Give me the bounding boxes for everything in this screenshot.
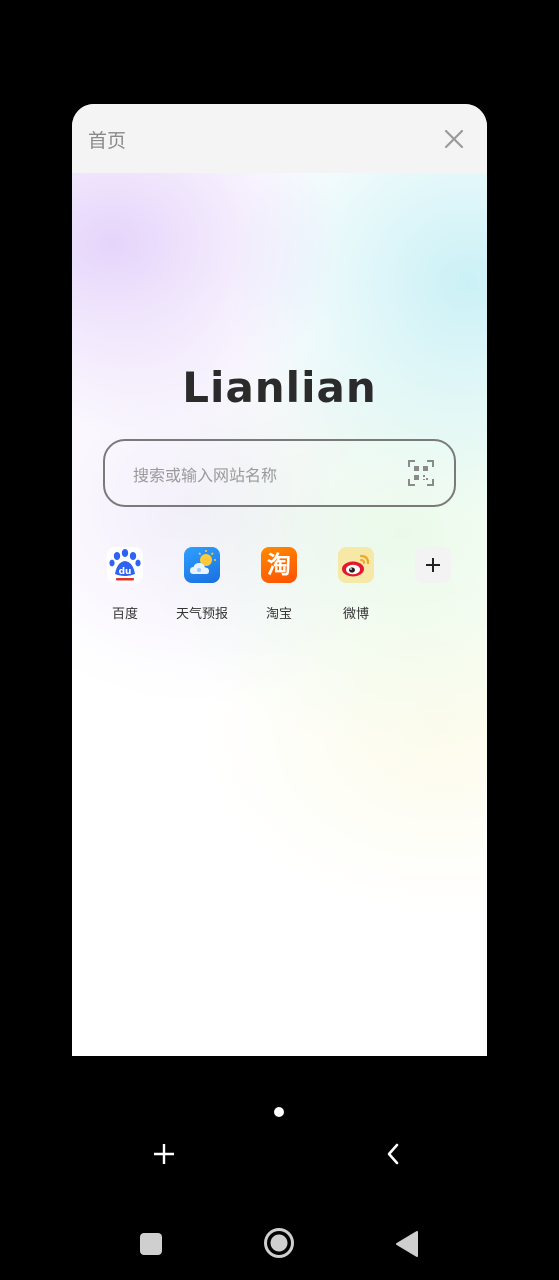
search-box[interactable]: 搜索或输入网站名称 [103, 439, 456, 507]
page-indicator-dot [274, 1107, 284, 1117]
plus-icon [154, 1144, 174, 1164]
shortcut-grid: du 百度 天气预报 淘 淘宝 微博 [72, 547, 487, 627]
tab-header: 首页 [72, 104, 487, 174]
shortcut-label: 淘宝 [265, 607, 292, 622]
shortcut-label: 微博 [342, 607, 369, 622]
tab-card[interactable]: 首页 Lianlian 搜索或输入网站名称 du 百度 天气预报 淘 淘宝 微博 [72, 104, 487, 1056]
square-icon [140, 1233, 162, 1255]
shortcut-taobao[interactable]: 淘 淘宝 [244, 547, 314, 622]
chevron-left-icon [387, 1143, 399, 1165]
homepage-preview: Lianlian 搜索或输入网站名称 du 百度 天气预报 淘 淘宝 微博 [72, 173, 487, 1056]
tab-title: 首页 [88, 130, 127, 152]
taobao-icon: 淘 [261, 547, 297, 583]
shortcut-label: 百度 [111, 607, 138, 622]
triangle-back-icon [396, 1231, 418, 1257]
system-back-button[interactable] [394, 1229, 420, 1259]
shortcut-weather[interactable]: 天气预报 [167, 547, 237, 622]
weibo-icon [338, 547, 374, 583]
weather-icon [184, 547, 220, 583]
close-tab-button[interactable] [439, 124, 469, 154]
shortcut-baidu[interactable]: du 百度 [90, 547, 160, 622]
qr-scan-icon[interactable] [408, 460, 434, 486]
svg-text:du: du [119, 567, 132, 577]
add-shortcut-button[interactable] [415, 547, 451, 583]
baidu-icon: du [107, 547, 143, 583]
home-circle-icon [264, 1228, 294, 1258]
shortcut-label: 天气预报 [175, 607, 228, 622]
new-tab-button[interactable] [144, 1134, 184, 1174]
plus-icon [426, 558, 440, 572]
recents-button[interactable] [138, 1231, 164, 1257]
app-logo: Lianlian [182, 363, 377, 412]
taobao-glyph: 淘 [267, 551, 291, 579]
close-icon [444, 129, 464, 149]
search-input[interactable]: 搜索或输入网站名称 [133, 462, 277, 486]
home-button[interactable] [262, 1226, 296, 1260]
back-button[interactable] [373, 1134, 413, 1174]
shortcut-weibo[interactable]: 微博 [321, 547, 391, 622]
